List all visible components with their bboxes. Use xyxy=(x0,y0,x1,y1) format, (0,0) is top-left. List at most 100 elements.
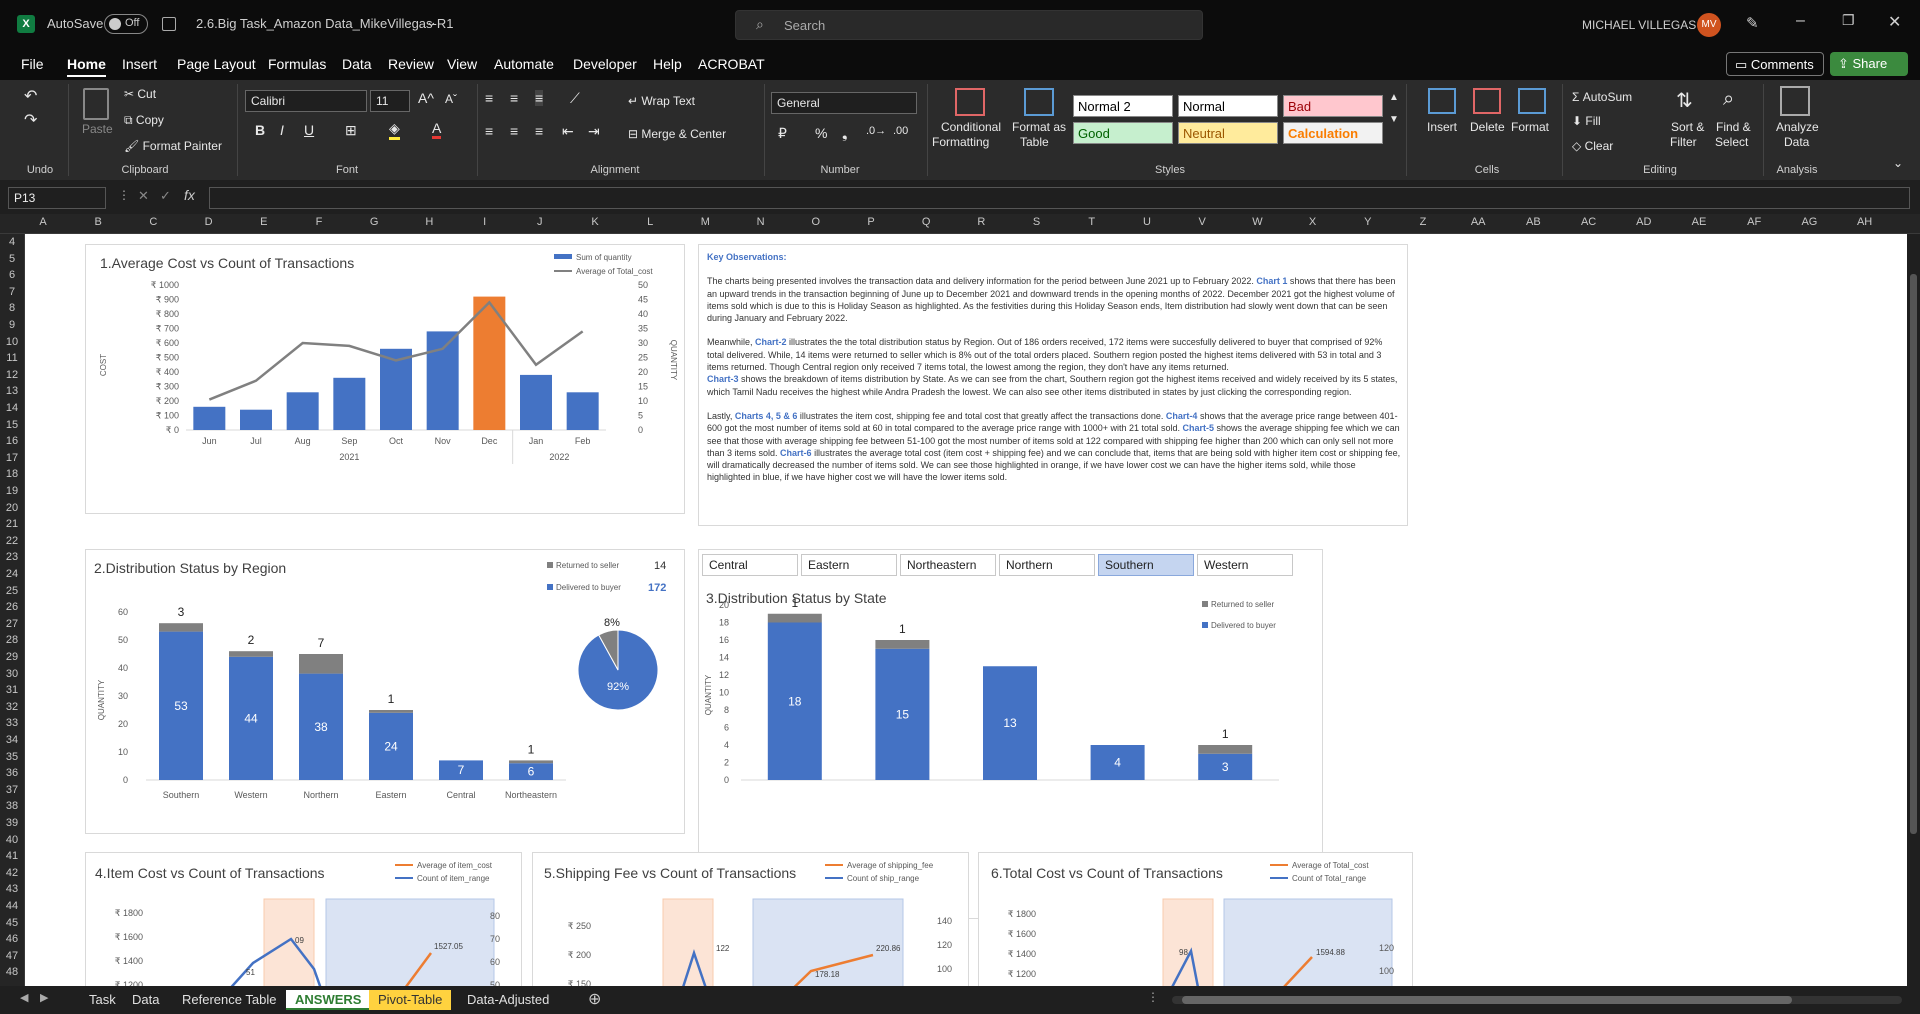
style-normal2[interactable]: Normal 2 xyxy=(1073,95,1173,117)
search-box[interactable]: ⌕ Search xyxy=(735,10,1203,40)
row-header[interactable]: 4 xyxy=(0,236,24,248)
style-bad[interactable]: Bad xyxy=(1283,95,1383,117)
column-header[interactable]: AB xyxy=(1513,216,1553,228)
row-header[interactable]: 11 xyxy=(0,352,24,364)
delete-cells-icon[interactable] xyxy=(1473,88,1501,114)
tab-developer[interactable]: Developer xyxy=(573,56,637,72)
row-header[interactable]: 5 xyxy=(0,253,24,265)
name-box[interactable]: P13 xyxy=(8,187,106,209)
sheet-tab-reference-table[interactable]: Reference Table xyxy=(173,990,285,1010)
style-neutral[interactable]: Neutral xyxy=(1178,122,1278,144)
format-table-label2[interactable]: Table xyxy=(1020,135,1049,149)
slicer-eastern[interactable]: Eastern xyxy=(801,554,897,576)
column-header[interactable]: G xyxy=(354,216,394,228)
tab-formulas[interactable]: Formulas xyxy=(268,56,326,72)
column-header[interactable]: P xyxy=(851,216,891,228)
column-header[interactable]: B xyxy=(78,216,118,228)
row-header[interactable]: 31 xyxy=(0,684,24,696)
column-header[interactable]: W xyxy=(1237,216,1277,228)
column-header[interactable]: Y xyxy=(1348,216,1388,228)
row-header[interactable]: 22 xyxy=(0,535,24,547)
column-header[interactable]: L xyxy=(630,216,670,228)
row-header[interactable]: 6 xyxy=(0,269,24,281)
row-header[interactable]: 45 xyxy=(0,917,24,929)
font-color-icon[interactable]: A xyxy=(432,120,442,139)
fill-color-icon[interactable]: ◈ xyxy=(389,120,400,140)
slicer-northeastern[interactable]: Northeastern xyxy=(900,554,996,576)
number-format-select[interactable]: General xyxy=(771,92,917,114)
row-header[interactable]: 19 xyxy=(0,485,24,497)
row-header[interactable]: 7 xyxy=(0,286,24,298)
chart-6-container[interactable]: 6.Total Cost vs Count of Transactions ₹ … xyxy=(978,852,1413,986)
align-top-icon[interactable]: ≡ xyxy=(485,90,493,106)
column-header[interactable]: E xyxy=(244,216,284,228)
tab-help[interactable]: Help xyxy=(653,56,682,72)
underline-icon[interactable]: U xyxy=(304,122,314,138)
slicer-central[interactable]: Central xyxy=(702,554,798,576)
column-header[interactable]: I xyxy=(465,216,505,228)
style-good[interactable]: Good xyxy=(1073,122,1173,144)
analyze-data-label2[interactable]: Data xyxy=(1784,135,1809,149)
column-header[interactable]: AG xyxy=(1789,216,1829,228)
column-header[interactable]: U xyxy=(1127,216,1167,228)
scroll-thumb[interactable] xyxy=(1910,274,1917,834)
tab-review[interactable]: Review xyxy=(388,56,434,72)
align-right-icon[interactable]: ≡ xyxy=(535,123,543,139)
percent-icon[interactable]: % xyxy=(815,125,827,141)
row-header[interactable]: 36 xyxy=(0,767,24,779)
sort-filter-icon[interactable]: ⇅ xyxy=(1676,88,1693,113)
undo-icon[interactable]: ↶ xyxy=(24,86,37,106)
row-header[interactable]: 21 xyxy=(0,518,24,530)
chart-2-container[interactable]: 2.Distribution Status by Region 0 10 20 30 4… xyxy=(85,549,685,834)
autosum-button[interactable]: Σ AutoSum xyxy=(1572,90,1632,104)
sheet-tab-task[interactable]: Task xyxy=(80,990,125,1010)
paste-icon[interactable] xyxy=(83,88,109,120)
row-header[interactable]: 38 xyxy=(0,800,24,812)
row-header[interactable]: 17 xyxy=(0,452,24,464)
analyze-data-button[interactable]: Analyze xyxy=(1776,120,1819,134)
column-header[interactable]: AD xyxy=(1624,216,1664,228)
share-button[interactable]: ⇪ Share xyxy=(1830,52,1908,76)
wrap-text-button[interactable]: ↵ Wrap Text xyxy=(628,94,695,108)
grow-font-icon[interactable]: A^ xyxy=(418,90,434,106)
comma-icon[interactable]: ❟ xyxy=(842,125,848,142)
avatar[interactable]: MV xyxy=(1697,13,1721,37)
add-sheet-icon[interactable]: ⊕ xyxy=(588,989,601,1009)
function-icon[interactable]: fx xyxy=(184,187,195,203)
column-header[interactable]: H xyxy=(409,216,449,228)
row-header[interactable]: 33 xyxy=(0,717,24,729)
column-header[interactable]: O xyxy=(796,216,836,228)
horizontal-scrollbar[interactable] xyxy=(1172,996,1902,1004)
format-table-icon[interactable] xyxy=(1024,88,1054,116)
chart-1-container[interactable]: 1.Average Cost vs Count of Transactions … xyxy=(85,244,685,514)
styles-scroll-up-icon[interactable]: ▲ xyxy=(1389,92,1399,103)
row-header[interactable]: 28 xyxy=(0,634,24,646)
redo-icon[interactable]: ↷ xyxy=(24,110,37,130)
font-size-select[interactable]: 11 xyxy=(370,90,410,112)
conditional-formatting-icon[interactable] xyxy=(955,88,985,116)
find-select-label2[interactable]: Select xyxy=(1715,135,1748,149)
worksheet[interactable]: 1.Average Cost vs Count of Transactions … xyxy=(25,234,1907,986)
sheet-tab-answers[interactable]: ANSWERS xyxy=(286,990,371,1010)
style-calculation[interactable]: Calculation xyxy=(1283,122,1383,144)
column-header[interactable]: F xyxy=(299,216,339,228)
column-header[interactable]: N xyxy=(741,216,781,228)
align-center-icon[interactable]: ≡ xyxy=(510,123,518,139)
bold-icon[interactable]: B xyxy=(255,122,265,138)
increase-decimal-icon[interactable]: .0→ xyxy=(866,125,886,137)
merge-center-button[interactable]: ⊟ Merge & Center xyxy=(628,127,726,141)
row-header[interactable]: 8 xyxy=(0,302,24,314)
font-name-select[interactable]: Calibri xyxy=(245,90,367,112)
increase-indent-icon[interactable]: ⇥ xyxy=(588,123,600,140)
row-header[interactable]: 15 xyxy=(0,419,24,431)
clear-button[interactable]: ◇ Clear xyxy=(1572,139,1613,153)
tab-home[interactable]: Home xyxy=(67,56,106,77)
column-header[interactable]: Z xyxy=(1403,216,1443,228)
row-header[interactable]: 24 xyxy=(0,568,24,580)
find-select-button[interactable]: Find & xyxy=(1716,120,1751,134)
row-header[interactable]: 29 xyxy=(0,651,24,663)
row-header[interactable]: 40 xyxy=(0,834,24,846)
row-header[interactable]: 23 xyxy=(0,551,24,563)
sort-filter-button[interactable]: Sort & xyxy=(1671,120,1704,134)
column-header[interactable]: D xyxy=(189,216,229,228)
